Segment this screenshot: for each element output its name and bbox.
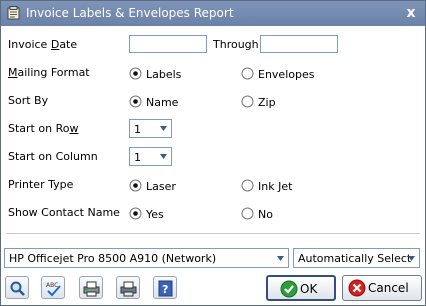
print-icon	[120, 281, 137, 297]
envelopes-radio-label: Envelopes	[258, 68, 315, 81]
paper-source-select[interactable]: Automatically Select	[293, 248, 420, 268]
start-row-label: Start on Row	[8, 122, 79, 135]
chevron-down-icon	[160, 126, 167, 131]
report-icon	[7, 6, 20, 20]
show-contact-label: Show Contact Name	[8, 206, 120, 219]
printer-select-value: HP Officejet Pro 8500 A910 (Network)	[9, 252, 217, 265]
cancel-button[interactable]: Cancel	[342, 275, 422, 301]
svg-text:ABC: ABC	[46, 282, 58, 289]
sort-by-label: Sort By	[8, 94, 49, 107]
preview-icon	[10, 281, 25, 296]
ok-button[interactable]: OK	[266, 275, 336, 301]
print-preview-button[interactable]	[79, 276, 103, 299]
chevron-down-icon	[160, 154, 167, 159]
preview-button[interactable]	[5, 276, 29, 299]
contact-yes-radio-label: Yes	[146, 208, 164, 221]
title-bar: Invoice Labels & Envelopes Report x	[1, 1, 425, 26]
start-row-value: 1	[134, 123, 141, 136]
check-icon	[280, 280, 298, 298]
sort-name-radio-label: Name	[146, 96, 179, 109]
ok-label: OK	[300, 282, 318, 296]
inkjet-radio[interactable]	[241, 179, 254, 192]
labels-radio-label: Labels	[146, 68, 182, 81]
close-icon: x	[406, 5, 416, 21]
divider	[6, 233, 420, 234]
close-button[interactable]: x	[403, 4, 419, 22]
spell-check-button[interactable]: ABC	[41, 276, 65, 299]
contact-yes-radio[interactable]	[129, 207, 142, 220]
help-button[interactable]: ?	[153, 276, 177, 299]
contact-no-radio-label: No	[258, 208, 273, 221]
mailing-format-label: Mailing Format	[8, 66, 90, 79]
invoice-date-label: Invoice Date	[8, 38, 78, 51]
cancel-icon	[348, 279, 366, 297]
printer-type-label: Printer Type	[8, 178, 74, 191]
print-preview-icon	[83, 281, 100, 297]
labels-radio[interactable]	[129, 67, 142, 80]
contact-no-radio[interactable]	[241, 207, 254, 220]
printer-select[interactable]: HP Officejet Pro 8500 A910 (Network)	[4, 248, 289, 268]
invoice-date-from-field[interactable]	[129, 35, 207, 53]
chevron-down-icon	[277, 256, 284, 261]
laser-radio-label: Laser	[146, 180, 176, 193]
sort-zip-radio-label: Zip	[258, 96, 276, 109]
laser-radio[interactable]	[129, 179, 142, 192]
start-row-select[interactable]: 1	[129, 119, 172, 138]
window-title: Invoice Labels & Envelopes Report	[26, 6, 234, 20]
spell-check-icon: ABC	[46, 282, 61, 297]
invoice-date-through-field[interactable]	[260, 35, 338, 53]
svg-text:?: ?	[162, 283, 168, 296]
report-dialog: Invoice Labels & Envelopes Report x Invo…	[0, 0, 426, 306]
sort-name-radio[interactable]	[129, 95, 142, 108]
inkjet-radio-label: Ink Jet	[258, 180, 293, 193]
envelopes-radio[interactable]	[241, 67, 254, 80]
chevron-down-icon	[408, 256, 415, 261]
print-button[interactable]	[116, 276, 140, 299]
sort-zip-radio[interactable]	[241, 95, 254, 108]
start-column-label: Start on Column	[8, 150, 98, 163]
cancel-label: Cancel	[368, 281, 409, 295]
paper-source-value: Automatically Select	[298, 252, 412, 265]
start-column-select[interactable]: 1	[129, 147, 172, 166]
through-label: Through	[213, 38, 259, 51]
start-column-value: 1	[134, 151, 141, 164]
help-icon: ?	[158, 280, 173, 297]
